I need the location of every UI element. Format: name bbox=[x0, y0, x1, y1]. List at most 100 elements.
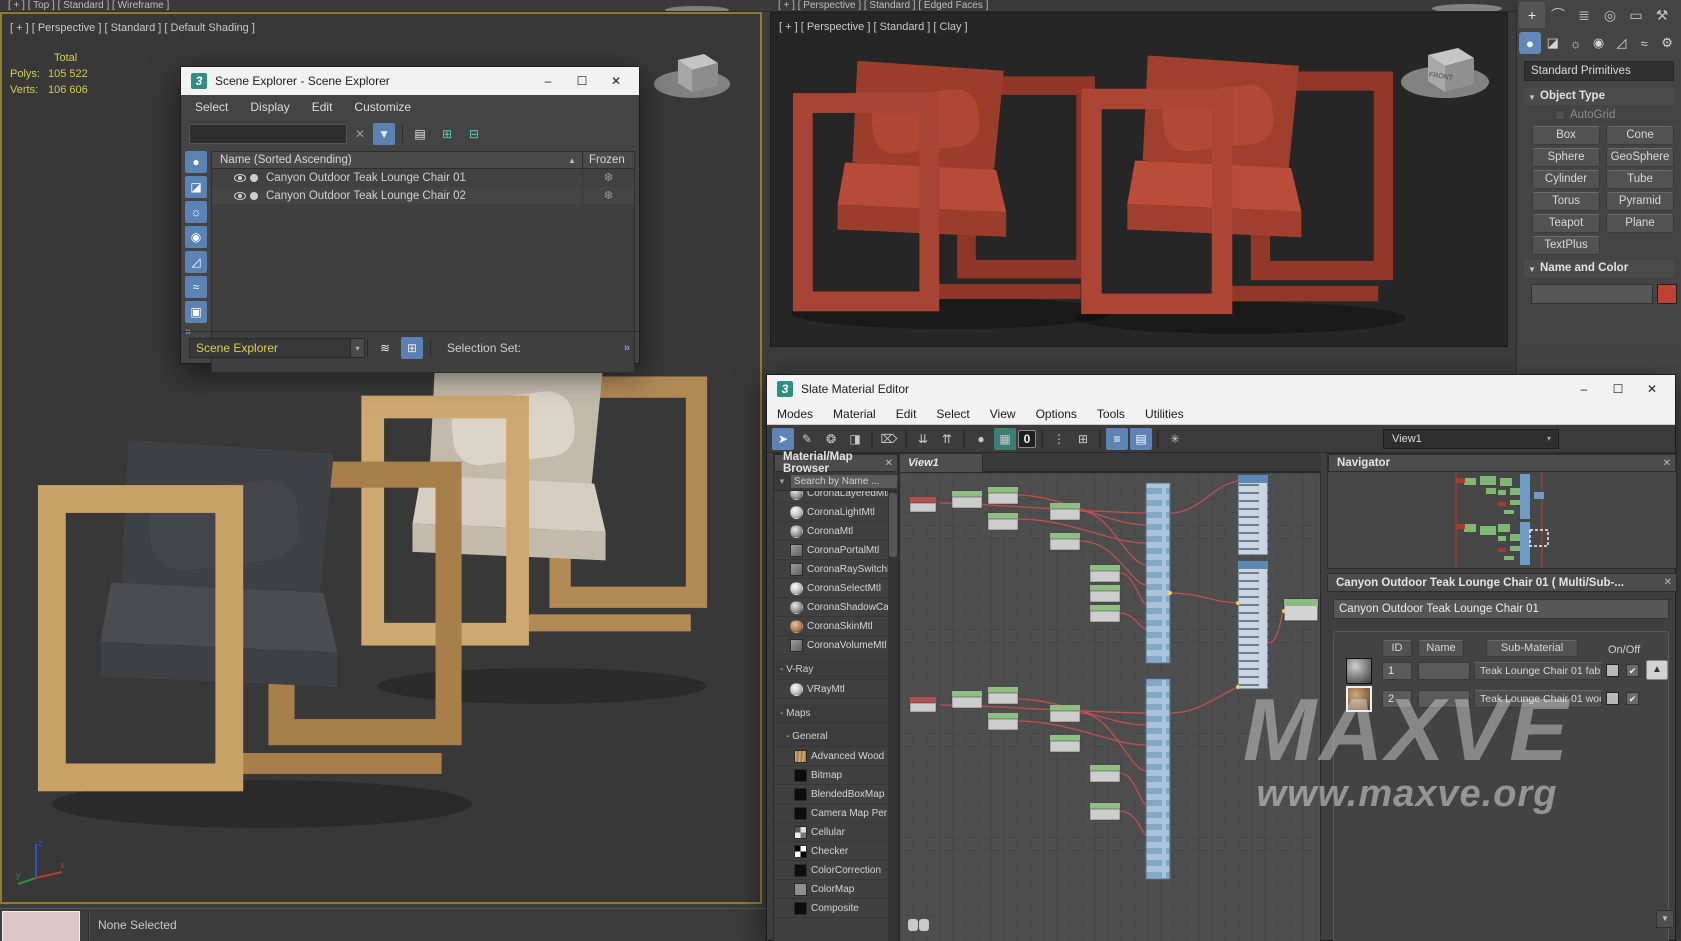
pan-to-selected-binoculars-icon[interactable] bbox=[908, 919, 930, 933]
material-item[interactable]: CoronaPortalMtl bbox=[774, 541, 888, 560]
menu-item[interactable]: Tools bbox=[1087, 407, 1135, 421]
close-button[interactable]: ✕ bbox=[599, 69, 633, 93]
toolbar-icon[interactable]: ▤ bbox=[1130, 428, 1152, 450]
toolbar-icon[interactable]: ◨ bbox=[844, 428, 866, 450]
command-panel-tab[interactable]: ⚒ bbox=[1649, 2, 1675, 28]
create-category-icon[interactable]: ⚙ bbox=[1656, 32, 1678, 54]
menu-item[interactable]: Material bbox=[823, 407, 886, 421]
toolbar-icon[interactable] bbox=[871, 430, 873, 448]
command-panel-tab[interactable]: + bbox=[1519, 2, 1545, 28]
material-item[interactable]: CoronaSkinMtl bbox=[774, 617, 888, 636]
scene-object-row[interactable]: Canyon Outdoor Teak Lounge Chair 01 ❆ bbox=[212, 169, 634, 187]
object-name[interactable]: Canyon Outdoor Teak Lounge Chair 01 bbox=[266, 172, 582, 184]
material-item[interactable]: BlendedBoxMap bbox=[774, 785, 888, 804]
sub-material-button[interactable]: Teak Lounge Chair 01 fabr bbox=[1474, 662, 1602, 680]
toolbar-icon[interactable]: ❂ bbox=[820, 428, 842, 450]
search-options-icon[interactable]: ▼ bbox=[778, 477, 786, 486]
toolbar-icon[interactable] bbox=[905, 430, 907, 448]
menu-item[interactable]: Utilities bbox=[1135, 407, 1194, 421]
visibility-eye-icon[interactable] bbox=[234, 192, 246, 200]
toolbar-icon[interactable]: ⇈ bbox=[936, 428, 958, 450]
toolbar-icon[interactable]: ⊞ bbox=[1072, 428, 1094, 450]
footer-more-toggle[interactable]: » bbox=[624, 342, 629, 354]
menu-item[interactable]: Modes bbox=[767, 407, 823, 421]
toolbar-icon[interactable]: ⊟ bbox=[463, 123, 485, 145]
menu-item[interactable]: Edit bbox=[886, 407, 927, 421]
toolbar-icon[interactable]: ➤ bbox=[772, 428, 794, 450]
material-item[interactable]: CoronaLightMtl bbox=[774, 503, 888, 522]
primitive-button[interactable]: Plane bbox=[1606, 214, 1674, 233]
primitive-button[interactable]: Box bbox=[1532, 126, 1600, 145]
top-right-viewport-label[interactable]: [ + ] [ Perspective ] [ Standard ] [ Edg… bbox=[778, 0, 988, 11]
view1-tab[interactable]: View1 bbox=[899, 453, 983, 472]
material-item[interactable]: CoronaLayeredMtl bbox=[774, 491, 888, 503]
slate-titlebar[interactable]: 3 Slate Material Editor – ☐ ✕ bbox=[767, 375, 1675, 403]
selectable-dot-icon[interactable] bbox=[250, 174, 258, 182]
scene-explorer-window[interactable]: 3 Scene Explorer - Scene Explorer – ☐ ✕ … bbox=[180, 66, 640, 364]
slate-material-editor-window[interactable]: 3 Slate Material Editor – ☐ ✕ ModesMater… bbox=[766, 374, 1676, 941]
primitive-button[interactable]: Torus bbox=[1532, 192, 1600, 211]
sort-by-id-button[interactable]: ID bbox=[1382, 640, 1412, 657]
frozen-snowflake-icon[interactable]: ❆ bbox=[582, 187, 634, 204]
toolbar-icon[interactable] bbox=[1099, 430, 1101, 448]
toolbar-icon[interactable]: ✳ bbox=[1164, 428, 1186, 450]
enable-checkbox[interactable]: ✔ bbox=[1626, 664, 1639, 677]
sort-by-submaterial-button[interactable]: Sub-Material bbox=[1486, 640, 1578, 657]
material-item[interactable]: - Maps bbox=[774, 704, 888, 724]
command-panel-tab[interactable]: ≣ bbox=[1571, 2, 1597, 28]
toolbar-icon[interactable]: ⊞ bbox=[436, 123, 458, 145]
hierarchy-view-icon[interactable]: ⊞ bbox=[401, 337, 423, 359]
scrollbar-thumb[interactable] bbox=[889, 493, 897, 557]
close-button[interactable]: ✕ bbox=[1635, 377, 1669, 401]
move-up-button[interactable]: ▲ bbox=[1646, 660, 1668, 680]
toolbar-icon[interactable]: ≡ bbox=[1106, 428, 1128, 450]
close-icon[interactable]: ✕ bbox=[885, 458, 893, 469]
primitive-button[interactable]: Teapot bbox=[1532, 214, 1600, 233]
viewcube-icon[interactable]: FRONT bbox=[1398, 35, 1493, 113]
display-filter-icon[interactable]: ≈ bbox=[185, 276, 207, 298]
primitive-button[interactable]: Tube bbox=[1606, 170, 1674, 189]
material-item[interactable]: Checker bbox=[774, 842, 888, 861]
menu-item[interactable]: Edit bbox=[312, 100, 333, 114]
toolbar-icon[interactable] bbox=[963, 430, 965, 448]
view-selector-dropdown[interactable]: View1▾ bbox=[1383, 429, 1559, 449]
search-input[interactable] bbox=[189, 124, 347, 144]
sub-material-color-swatch[interactable] bbox=[1606, 692, 1619, 705]
autogrid-checkbox[interactable]: AutoGrid bbox=[1555, 109, 1615, 121]
viewport-label[interactable]: [ + ] [ Perspective ] [ Standard ] [ Def… bbox=[10, 22, 255, 34]
sub-material-name-field[interactable] bbox=[1418, 662, 1470, 680]
scene-object-row[interactable]: Canyon Outdoor Teak Lounge Chair 02 ❆ bbox=[212, 187, 634, 205]
material-item[interactable]: ColorMap bbox=[774, 880, 888, 899]
node-graph-view[interactable] bbox=[899, 472, 1321, 941]
name-and-color-rollout-header[interactable]: ▼Name and Color bbox=[1524, 260, 1674, 277]
toolbar-icon[interactable] bbox=[1157, 430, 1159, 448]
scene-explorer-titlebar[interactable]: 3 Scene Explorer - Scene Explorer – ☐ ✕ bbox=[181, 67, 639, 95]
selectable-dot-icon[interactable] bbox=[250, 192, 258, 200]
search-by-name-input[interactable] bbox=[790, 474, 898, 489]
close-icon[interactable]: ✕ bbox=[1663, 458, 1671, 469]
toolbar-icon[interactable]: ● bbox=[970, 428, 992, 450]
primitive-button[interactable]: Sphere bbox=[1532, 148, 1600, 167]
maximize-button[interactable]: ☐ bbox=[565, 69, 599, 93]
parameter-panel-header[interactable]: Canyon Outdoor Teak Lounge Chair 01 ( Mu… bbox=[1327, 573, 1677, 592]
toolbar-icon[interactable]: 0 bbox=[1018, 430, 1036, 448]
material-item[interactable]: Cellular bbox=[774, 823, 888, 842]
material-item[interactable]: Advanced Wood bbox=[774, 747, 888, 766]
primitive-category-dropdown[interactable]: Standard Primitives bbox=[1524, 61, 1674, 81]
menu-item[interactable]: View bbox=[980, 407, 1026, 421]
menu-item[interactable]: Select bbox=[926, 407, 979, 421]
create-category-icon[interactable]: ● bbox=[1519, 32, 1541, 54]
display-filter-icon[interactable]: ◪ bbox=[185, 176, 207, 198]
explorer-preset-combo[interactable]: Scene Explorer bbox=[189, 338, 351, 358]
create-category-icon[interactable]: ☼ bbox=[1565, 32, 1587, 54]
sub-material-name-field[interactable] bbox=[1418, 690, 1470, 708]
clear-search-icon[interactable]: ✕ bbox=[355, 127, 365, 141]
menu-item[interactable]: Customize bbox=[354, 100, 411, 114]
object-color-swatch[interactable] bbox=[1657, 284, 1677, 304]
combo-dropdown-icon[interactable]: ▾ bbox=[351, 338, 365, 358]
material-item[interactable]: ColorCorrection bbox=[774, 861, 888, 880]
primitive-button[interactable]: Pyramid bbox=[1606, 192, 1674, 211]
visibility-eye-icon[interactable] bbox=[234, 174, 246, 182]
material-item[interactable]: CoronaRaySwitchMtl bbox=[774, 560, 888, 579]
top-left-viewport-label[interactable]: [ + ] [ Top ] [ Standard ] [ Wireframe ] bbox=[8, 0, 169, 11]
